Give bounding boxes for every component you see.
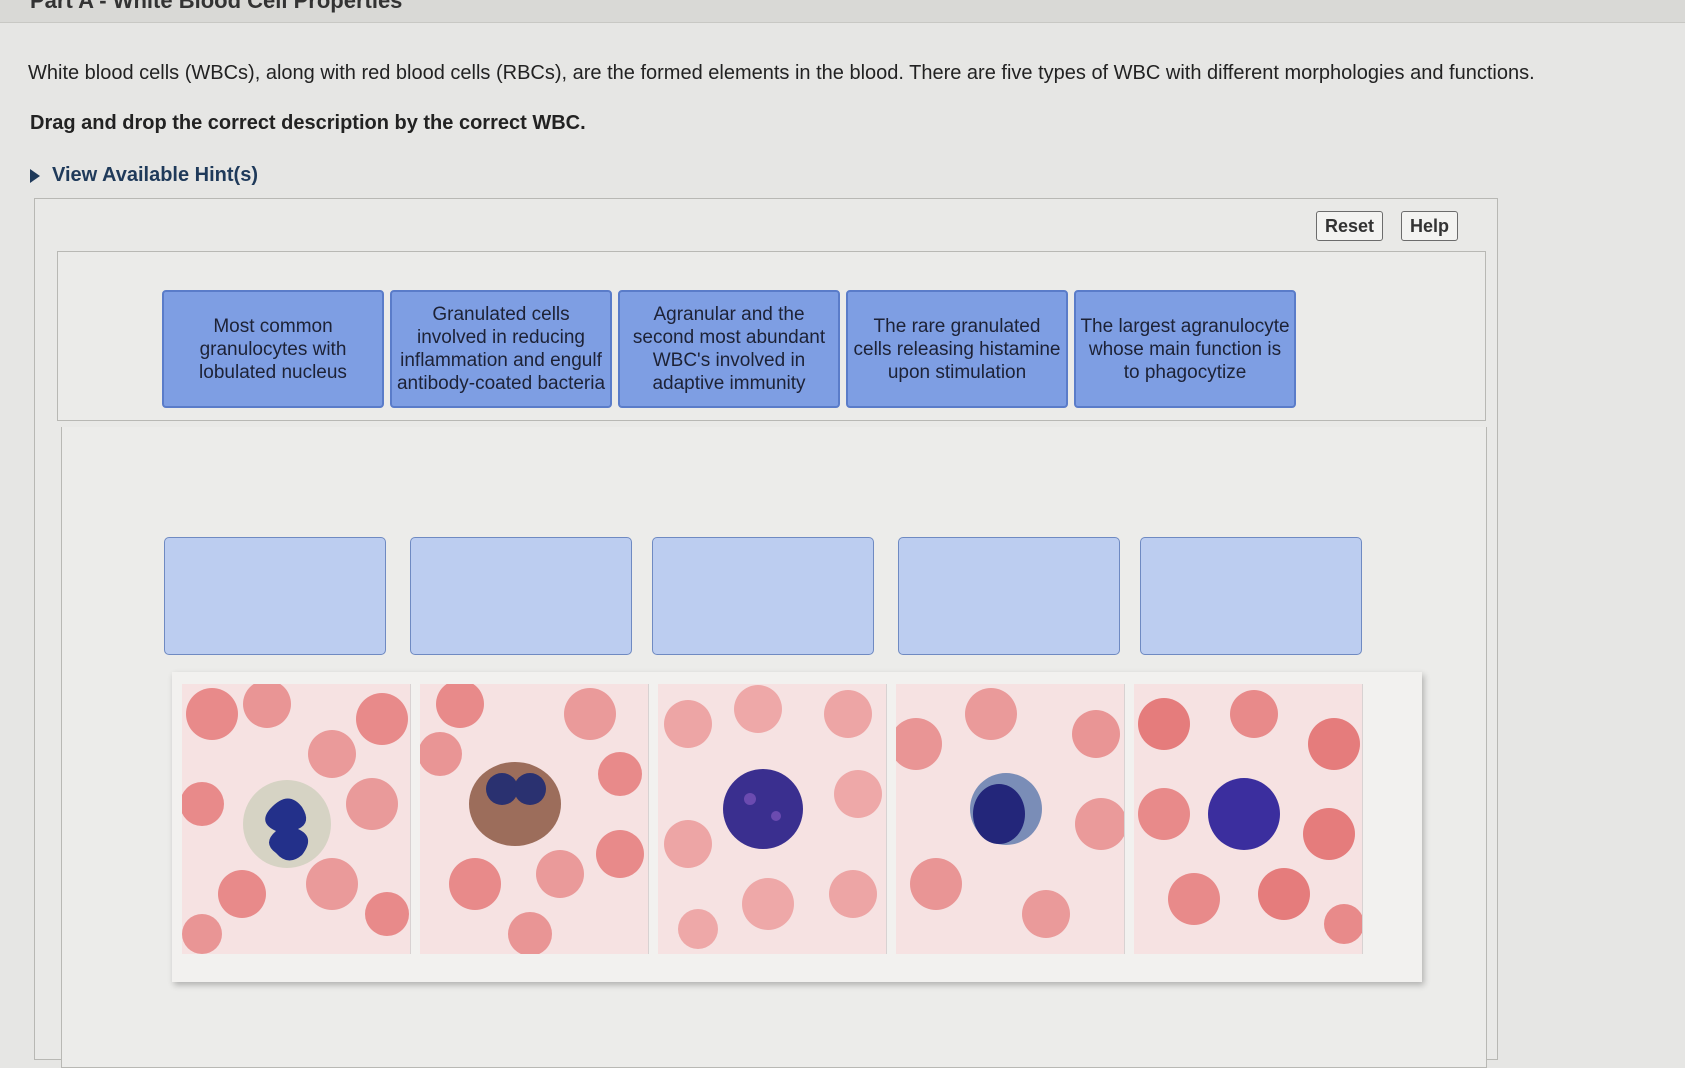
basophil-micrograph: [658, 684, 887, 954]
lymphocyte-micrograph: [896, 684, 1125, 954]
label-card-neutrophil[interactable]: Most common granulocytes with lobulated …: [162, 290, 384, 408]
drag-drop-activity: Reset Help Most common granulocytes with…: [34, 198, 1498, 1068]
neutrophil-micrograph: [182, 684, 411, 954]
instruction-text: Drag and drop the correct description by…: [30, 112, 586, 134]
reset-button[interactable]: Reset: [1316, 211, 1384, 241]
label-card-lymphocyte[interactable]: Agranular and the second most abundant W…: [618, 290, 840, 408]
part-title: Part A - White Blood Cell Properties: [30, 0, 403, 13]
help-button[interactable]: Help: [1401, 211, 1459, 241]
drop-zone-3[interactable]: [652, 537, 874, 655]
eosinophil-micrograph: [420, 684, 649, 954]
drop-zone-4[interactable]: [898, 537, 1120, 655]
monocyte-micrograph: [1134, 684, 1363, 954]
micrograph-strip: [172, 672, 1422, 982]
hint-link-label: View Available Hint(s): [52, 164, 258, 186]
triangle-right-icon: [30, 168, 40, 183]
drop-zone-1[interactable]: [164, 537, 386, 655]
drop-zone-5[interactable]: [1140, 537, 1362, 655]
drop-zone-2[interactable]: [410, 537, 632, 655]
top-bar: Part A - White Blood Cell Properties: [0, 0, 1685, 23]
drop-stage: [61, 427, 1487, 1068]
label-bank: Most common granulocytes with lobulated …: [57, 251, 1486, 421]
label-card-monocyte[interactable]: The largest agranulocyte whose main func…: [1074, 290, 1296, 408]
label-card-eosinophil[interactable]: Granulated cells involved in reducing in…: [390, 290, 612, 408]
intro-text: White blood cells (WBCs), along with red…: [28, 62, 1535, 84]
view-hints-link[interactable]: View Available Hint(s): [30, 164, 258, 187]
label-card-basophil[interactable]: The rare granulated cells releasing hist…: [846, 290, 1068, 408]
